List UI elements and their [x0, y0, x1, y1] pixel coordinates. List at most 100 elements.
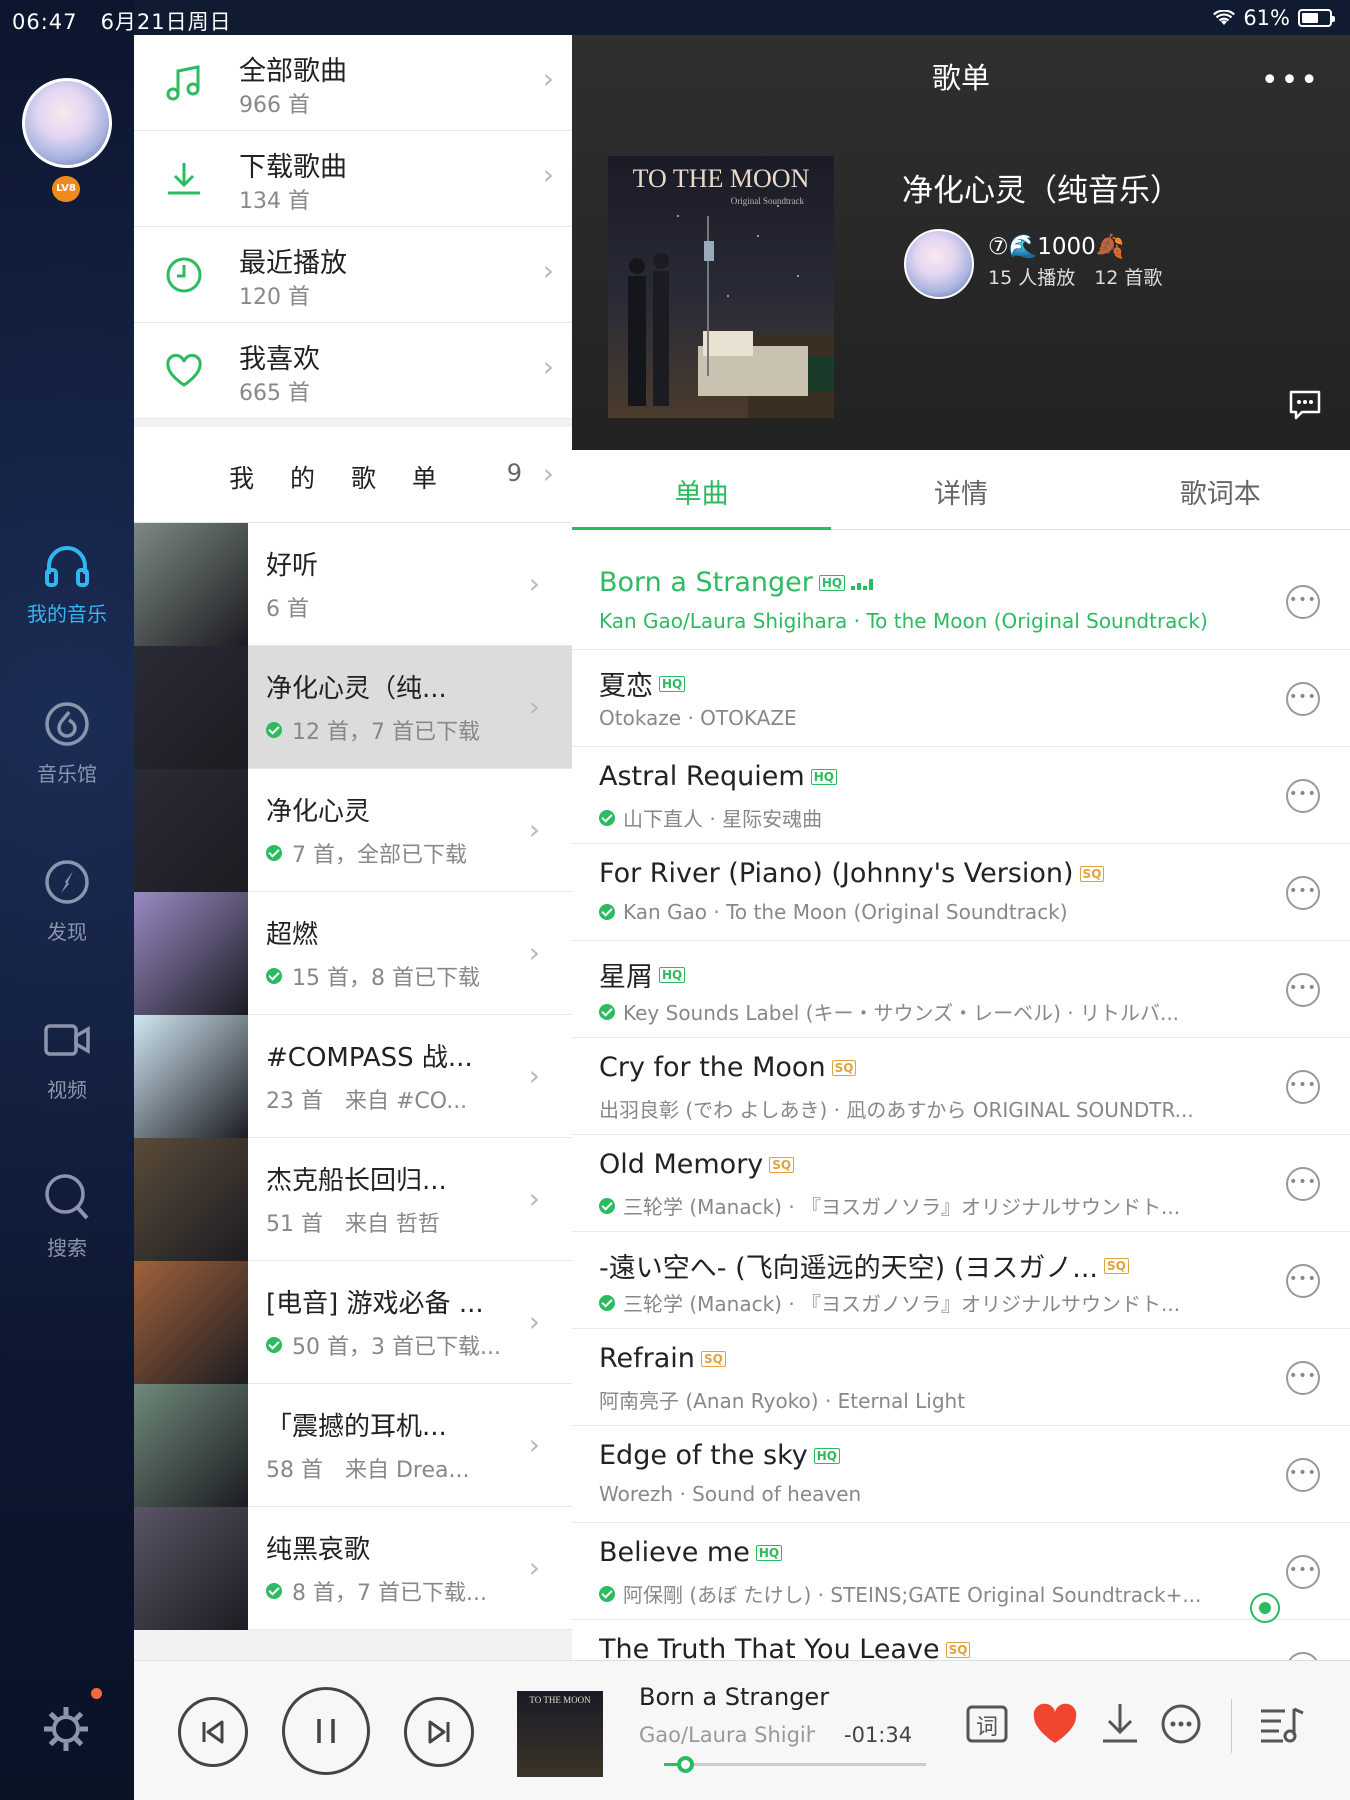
- nav-label: 我的音乐: [27, 602, 107, 626]
- pause-button[interactable]: [282, 1687, 370, 1775]
- quick-favorites[interactable]: 我喜欢 665 首 ›: [134, 323, 572, 419]
- quick-title: 全部歌曲: [239, 56, 347, 87]
- quality-badge: SQ: [945, 1641, 971, 1658]
- my-playlists-header[interactable]: 我 的 歌 单 9 ›: [134, 427, 572, 523]
- tab-singles[interactable]: 单曲: [572, 450, 832, 530]
- download-button[interactable]: [1100, 1701, 1140, 1745]
- song-more-button[interactable]: •••: [1286, 1070, 1320, 1104]
- song-more-button[interactable]: •••: [1286, 1264, 1320, 1298]
- quick-all-songs[interactable]: 全部歌曲 966 首 ›: [134, 35, 572, 131]
- song-row[interactable]: For River (Piano) (Johnny's Version) SQ Ka…: [572, 844, 1350, 941]
- song-artist-album: 三轮学 (Manack) · 『ヨスガノソラ』オリジナルサウンドト...: [623, 1195, 1181, 1219]
- level-badge: LV8: [52, 176, 80, 202]
- chevron-right-icon: ›: [528, 1059, 540, 1092]
- quick-downloads[interactable]: 下载歌曲 134 首 ›: [134, 131, 572, 227]
- next-button[interactable]: [404, 1697, 474, 1767]
- nav-music-hall[interactable]: 音乐馆: [0, 700, 134, 787]
- playlist-row[interactable]: 超燃 15 首，8 首已下载 ›: [134, 892, 572, 1015]
- playlist-title: #COMPASS 战...: [266, 1043, 473, 1073]
- song-row[interactable]: The Truth That You Leave SQ •••: [572, 1620, 1350, 1660]
- tab-details[interactable]: 详情: [831, 450, 1090, 529]
- song-more-button[interactable]: •••: [1286, 1458, 1320, 1492]
- playlist-cover: [134, 646, 248, 769]
- tab-lyrics-book[interactable]: 歌词本: [1091, 450, 1350, 529]
- quality-badge: SQ: [831, 1059, 857, 1076]
- song-row[interactable]: Old Memory SQ 三轮学 (Manack) · 『ヨスガノソラ』オリジナル…: [572, 1135, 1350, 1232]
- song-row[interactable]: Refrain SQ 阿南亮子 (Anan Ryoko) · Eternal Lig…: [572, 1329, 1350, 1426]
- song-row[interactable]: Cry for the Moon SQ 出羽良彰 (でわ よしあき) · 凪のあすか…: [572, 1038, 1350, 1135]
- song-subtitle: Otokaze · OTOKAZE: [599, 706, 797, 730]
- playlist-row[interactable]: 净化心灵 7 首，全部已下载 ›: [134, 769, 572, 892]
- playlist-count: 50 首，3 首已下载...: [292, 1335, 501, 1360]
- chevron-right-icon: ›: [542, 457, 554, 490]
- song-row[interactable]: Astral Requiem HQ 山下直人 · 星际安魂曲 •••: [572, 747, 1350, 844]
- song-subtitle: 阿保剛 (あぼ たけし) · STEINS;GATE Original Soun…: [599, 1579, 1201, 1608]
- locate-current-song-icon[interactable]: [1250, 1593, 1280, 1623]
- playlist-count: 58 首 来自 Drea...: [266, 1458, 470, 1483]
- song-more-button[interactable]: •••: [1286, 973, 1320, 1007]
- playlist-row[interactable]: 好听 6 首 ›: [134, 523, 572, 646]
- playlist-row[interactable]: #COMPASS 战... 23 首 来自 #CO... ›: [134, 1015, 572, 1138]
- quality-badge: SQ: [1104, 1257, 1129, 1274]
- creator-avatar[interactable]: [904, 229, 974, 299]
- song-title-line: -遠い空へ- (飞向遥远的天空) (ヨスガノ... SQ: [599, 1246, 1129, 1285]
- song-artist-album: 阿保剛 (あぼ たけし) · STEINS;GATE Original Soun…: [623, 1583, 1202, 1607]
- playlist-subtitle: 15 首，8 首已下载: [266, 960, 536, 992]
- previous-button[interactable]: [178, 1697, 248, 1767]
- player-more-button[interactable]: [1160, 1703, 1202, 1745]
- comment-icon[interactable]: [1288, 388, 1322, 422]
- music-hall-icon: [45, 702, 89, 746]
- progress-bar[interactable]: [664, 1756, 926, 1773]
- like-button[interactable]: [1032, 1703, 1078, 1745]
- song-more-button[interactable]: •••: [1286, 682, 1320, 716]
- nav-search[interactable]: 搜索: [0, 1172, 134, 1261]
- more-menu-button[interactable]: •••: [1261, 63, 1320, 98]
- nav-my-music[interactable]: 我的音乐: [0, 542, 134, 627]
- song-artist-album: Key Sounds Label (キー・サウンズ・レーベル) · リトルバ..…: [623, 1001, 1180, 1025]
- song-more-button[interactable]: •••: [1286, 876, 1320, 910]
- playlist-subtitle: 23 首 来自 #CO...: [266, 1083, 536, 1115]
- chevron-right-icon: ›: [528, 690, 540, 723]
- now-playing-cover[interactable]: TO THE MOON: [517, 1691, 603, 1777]
- song-row[interactable]: Edge of the sky HQ Worezh · Sound of heave…: [572, 1426, 1350, 1523]
- playlist-row[interactable]: 净化心灵（纯... 12 首，7 首已下载 ›: [134, 646, 572, 769]
- song-title-line: Believe me HQ: [599, 1537, 783, 1568]
- wifi-icon: [1213, 10, 1236, 25]
- music-note-icon: [166, 65, 200, 101]
- song-row[interactable]: Believe me HQ 阿保剛 (あぼ たけし) · STEINS;GATE O…: [572, 1523, 1350, 1620]
- song-more-button[interactable]: •••: [1286, 1555, 1320, 1589]
- song-row[interactable]: Born a Stranger HQ Kan Gao/Laura Shigihara…: [572, 553, 1350, 650]
- queue-button[interactable]: [1258, 1703, 1306, 1747]
- playlist-subtitle: 12 首，7 首已下载: [266, 714, 536, 746]
- playlist-subtitle: 50 首，3 首已下载...: [266, 1329, 536, 1361]
- lyrics-button[interactable]: 词: [964, 1701, 1010, 1747]
- song-more-button[interactable]: •••: [1286, 779, 1320, 813]
- song-row[interactable]: -遠い空へ- (飞向遥远的天空) (ヨスガノ... SQ 三轮学 (Manack) …: [572, 1232, 1350, 1329]
- library-panel: 全部歌曲 966 首 › 下载歌曲 134 首 › 最近播放 120 首 › 我…: [134, 35, 572, 1660]
- playlist-row[interactable]: 「震撼的耳机... 58 首 来自 Drea... ›: [134, 1384, 572, 1507]
- playlist-row[interactable]: [电音] 游戏必备 ... 50 首，3 首已下载... ›: [134, 1261, 572, 1384]
- song-more-button[interactable]: •••: [1286, 585, 1320, 619]
- song-more-button[interactable]: •••: [1286, 1361, 1320, 1395]
- song-row[interactable]: 星屑 HQ Key Sounds Label (キー・サウンズ・レーベル) · リト…: [572, 941, 1350, 1038]
- playlist-name: 净化心灵（纯音乐）: [902, 173, 1181, 209]
- playlist-row[interactable]: 杰克船长回归... 51 首 来自 哲哲 ›: [134, 1138, 572, 1261]
- user-avatar[interactable]: [22, 78, 112, 168]
- song-more-button[interactable]: •••: [1286, 1652, 1320, 1660]
- playlist-subtitle: 7 首，全部已下载: [266, 837, 536, 869]
- song-title: 星屑: [599, 962, 653, 993]
- song-more-button[interactable]: •••: [1286, 1167, 1320, 1201]
- playlist-row[interactable]: 纯黑哀歌 8 首，7 首已下载... ›: [134, 1507, 572, 1630]
- quick-recent[interactable]: 最近播放 120 首 ›: [134, 227, 572, 323]
- settings-gear-icon[interactable]: [42, 1705, 90, 1753]
- progress-knob[interactable]: [676, 1756, 694, 1773]
- nav-discover[interactable]: 发现: [0, 858, 134, 945]
- compass-icon: [45, 860, 89, 904]
- downloaded-check-icon: [266, 1583, 282, 1599]
- playlist-cover: [134, 769, 248, 892]
- quality-badge: HQ: [755, 1544, 783, 1561]
- playlist-detail: 歌单 ••• TO THE MOON Original Soundtrack 净…: [572, 35, 1350, 1660]
- nav-video[interactable]: 视频: [0, 1016, 134, 1103]
- song-row[interactable]: 夏恋 HQ Otokaze · OTOKAZE •••: [572, 650, 1350, 747]
- playlist-title: 超燃: [266, 920, 319, 950]
